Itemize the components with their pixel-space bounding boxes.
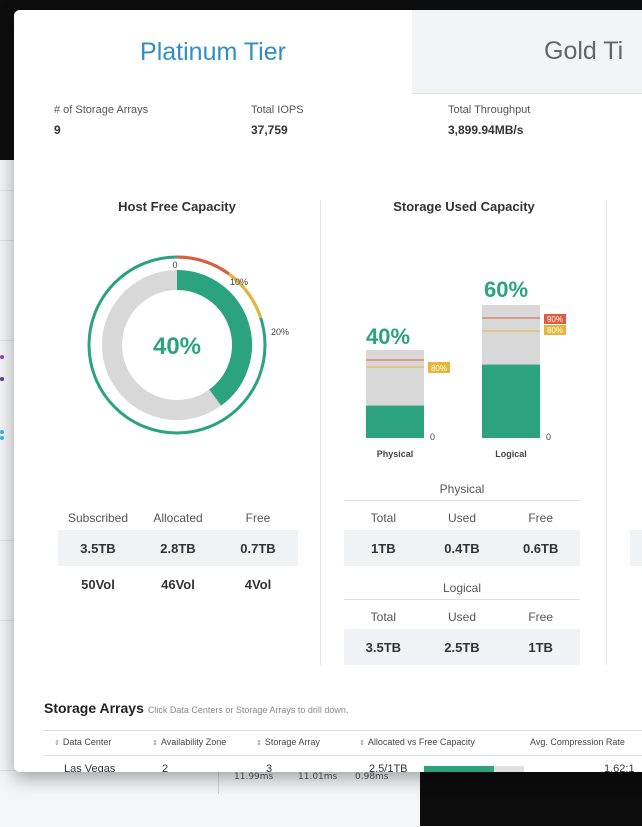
- series-dot-icon: [0, 436, 4, 440]
- column-header: Free: [245, 511, 271, 525]
- total-throughput-value: 3,899.94MB/s: [448, 123, 524, 137]
- capacity-bar: [424, 766, 524, 772]
- background-dark-region: [420, 770, 642, 826]
- sort-icon: ⇕: [152, 740, 158, 747]
- background-divider: [218, 770, 219, 794]
- logical-table-title: Logical: [442, 581, 482, 595]
- availability-zone-cell: 2: [162, 763, 169, 772]
- column-label: Availability Zone: [160, 737, 227, 747]
- storage-used-bars: 40% 80% 0 Physical 60% 90% 80% 0 Logical: [366, 277, 566, 459]
- storage-used-capacity-title: Storage Used Capacity: [393, 199, 535, 214]
- table-rule: [344, 599, 580, 600]
- section-divider: [606, 200, 607, 665]
- section-divider: [320, 200, 321, 665]
- logical-bar-fill: [482, 364, 540, 438]
- physical-threshold-label: 80%: [431, 364, 447, 373]
- sort-icon: ⇕: [256, 740, 262, 747]
- total-iops-value: 37,759: [251, 123, 288, 137]
- table-cell: 4Vol: [244, 576, 272, 592]
- column-header: Allocated: [153, 511, 203, 525]
- tab-gold-tier[interactable]: Gold Ti: [412, 10, 642, 94]
- next-section-row: [630, 530, 642, 566]
- column-label: Storage Array: [264, 737, 320, 747]
- logical-table-header: Total Used Free: [344, 605, 580, 629]
- table-cell: 46Vol: [161, 576, 195, 592]
- threshold-label-20: 20%: [271, 327, 289, 337]
- storage-array-link[interactable]: 3: [266, 763, 272, 772]
- background-latency: 0.98ms: [355, 772, 389, 782]
- physical-table-header: Total Used Free: [344, 506, 580, 530]
- column-availability-zone[interactable]: ⇕ Availability Zone: [152, 737, 226, 747]
- data-center-link[interactable]: Las Vegas: [64, 763, 115, 772]
- column-header: Used: [448, 511, 477, 525]
- tier-summary-card: Platinum Tier Gold Ti # of Storage Array…: [14, 10, 642, 772]
- logical-bar-label: Logical: [495, 449, 527, 459]
- table-cell: 2.5TB: [444, 639, 480, 655]
- column-data-center[interactable]: ⇕ Data Center: [54, 737, 111, 747]
- column-storage-array[interactable]: ⇕ Storage Array: [256, 737, 320, 747]
- table-cell: 50Vol: [81, 576, 115, 592]
- column-header: Total: [370, 511, 397, 525]
- storage-arrays-title: Storage Arrays Click Data Centers or Stor…: [44, 700, 348, 716]
- column-label: Data Center: [62, 737, 112, 747]
- sort-icon: ⇕: [359, 740, 365, 747]
- table-cell: 0.4TB: [444, 540, 480, 556]
- physical-table-row: 1TB 0.4TB 0.6TB: [344, 530, 580, 566]
- series-dot-icon: [0, 430, 4, 434]
- table-cell: 0.6TB: [522, 540, 559, 556]
- column-header: Total: [370, 610, 397, 624]
- storage-arrays-count-label: # of Storage Arrays: [54, 104, 149, 116]
- physical-zero-label: 0: [430, 432, 435, 442]
- table-cell: 0.7TB: [240, 540, 276, 556]
- background-latency: 11.01ms: [298, 772, 338, 782]
- table-cell: 3.5TB: [365, 639, 402, 655]
- table-cell: 1TB: [371, 540, 396, 556]
- capacity-bar-fill: [424, 766, 494, 772]
- column-header: Free: [528, 610, 554, 624]
- physical-used-percent: 40%: [366, 324, 410, 349]
- table-cell: 1TB: [528, 639, 553, 655]
- total-iops-label: Total IOPS: [251, 104, 304, 116]
- table-rule: [344, 500, 580, 501]
- host-free-capacity-title: Host Free Capacity: [118, 199, 236, 214]
- host-table-row-volumes: 50Vol 46Vol 4Vol: [58, 566, 298, 602]
- capacity-cell: 2.5/1TB: [369, 763, 408, 772]
- background-latency: 11.99ms: [234, 772, 274, 782]
- host-free-percent: 40%: [153, 333, 201, 360]
- series-dot-icon: [0, 377, 4, 381]
- series-dot-icon: [0, 355, 4, 359]
- column-allocated-vs-free[interactable]: ⇕ Allocated vs Free Capacity: [359, 737, 475, 747]
- logical-table-row: 3.5TB 2.5TB 1TB: [344, 629, 580, 665]
- column-header: Subscribed: [67, 511, 129, 525]
- logical-zero-label: 0: [546, 432, 551, 442]
- host-table-row-size: 3.5TB 2.8TB 0.7TB: [58, 530, 298, 566]
- total-throughput-label: Total Throughput: [448, 104, 531, 116]
- threshold-label-0: 0: [172, 260, 177, 270]
- host-free-capacity-donut: 0 10% 20% 40%: [87, 255, 289, 435]
- column-header: Used: [448, 610, 477, 624]
- physical-bar-label: Physical: [377, 449, 414, 459]
- sort-icon: ⇕: [54, 740, 60, 747]
- host-table-header: Subscribed Allocated Free: [58, 506, 298, 530]
- column-label: Avg. Compression Rate: [530, 737, 625, 747]
- logical-threshold-label-90: 90%: [547, 315, 563, 324]
- storage-arrays-hint: Click Data Centers or Storage Arrays to …: [147, 705, 349, 715]
- storage-arrays-header: ⇕ Data Center ⇕ Availability Zone ⇕ Storage…: [44, 730, 642, 756]
- logical-used-percent: 60%: [484, 277, 528, 302]
- logical-threshold-label-80: 80%: [547, 326, 563, 335]
- storage-arrays-count-value: 9: [54, 123, 61, 137]
- storage-arrays-title-text: Storage Arrays: [44, 700, 144, 716]
- column-label: Allocated vs Free Capacity: [367, 737, 475, 747]
- tab-platinum-tier[interactable]: Platinum Tier: [14, 10, 413, 94]
- threshold-label-10: 10%: [230, 277, 248, 287]
- physical-table-title: Physical: [439, 482, 485, 496]
- compression-cell: 1.62:1: [604, 763, 635, 772]
- table-cell: 3.5TB: [80, 540, 116, 556]
- table-cell: 2.8TB: [160, 540, 196, 556]
- column-compression-rate[interactable]: Avg. Compression Rate: [530, 737, 625, 747]
- physical-bar-fill: [366, 405, 424, 438]
- column-header: Free: [528, 511, 554, 525]
